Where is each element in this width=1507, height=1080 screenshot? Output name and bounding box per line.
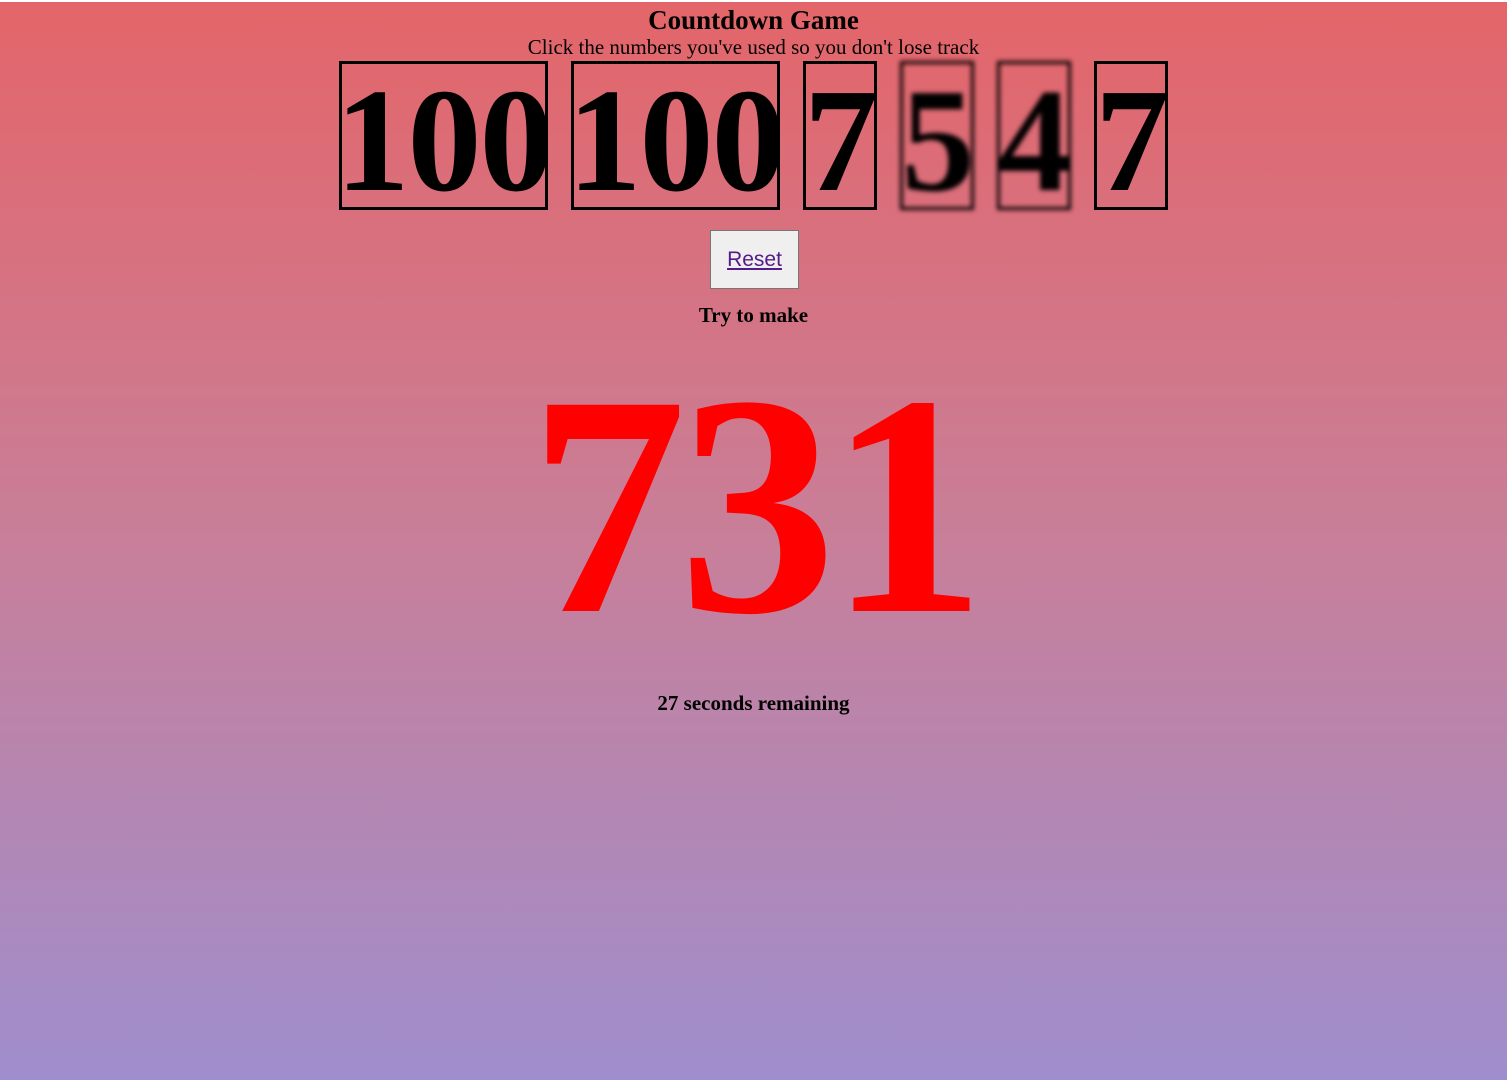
number-tile-value: 100 (571, 61, 780, 210)
number-tile-value: 100 (339, 61, 548, 210)
page-title: Countdown Game (648, 5, 859, 35)
number-tile-value: 7 (804, 61, 876, 210)
number-tile-6[interactable]: 7 (1094, 61, 1168, 210)
number-tile-1[interactable]: 100 (339, 61, 548, 210)
timer-text: 27 seconds remaining (657, 691, 850, 715)
target-number: 731 (529, 331, 986, 680)
number-tile-value: 4 (998, 61, 1070, 210)
number-tile-value: 7 (1095, 61, 1167, 210)
number-tile-3[interactable]: 7 (803, 61, 877, 210)
number-tile-4[interactable]: 5 (900, 61, 974, 210)
number-tiles: 100 100 7 5 4 7 (0, 61, 1507, 210)
number-tile-2[interactable]: 100 (571, 61, 780, 210)
target-label: Try to make (698, 303, 809, 327)
page-subtitle: Click the numbers you've used so you don… (527, 35, 980, 59)
number-tile-value: 5 (901, 61, 973, 210)
reset-button[interactable]: Reset (710, 230, 799, 289)
number-tile-5[interactable]: 4 (997, 61, 1071, 210)
